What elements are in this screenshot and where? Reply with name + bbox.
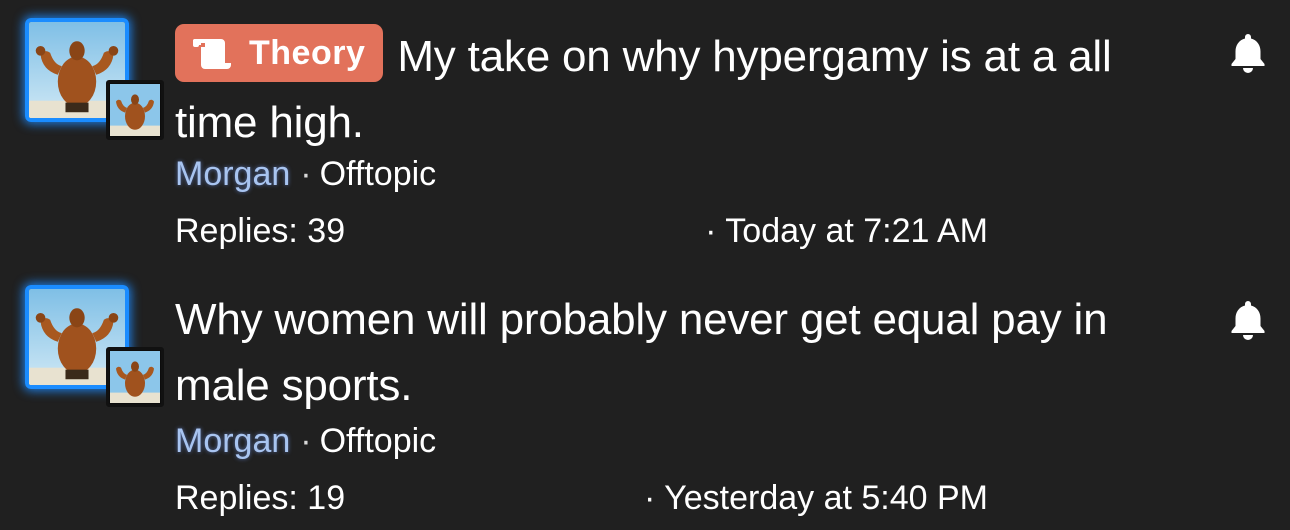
reply-count: Replies: 39 (175, 212, 346, 250)
last-activity-date[interactable]: · Yesterday at 5:40 PM (644, 478, 988, 518)
thread-meta: Morgan · Offtopic (175, 154, 436, 194)
forum-link[interactable]: Offtopic (320, 155, 437, 193)
secondary-avatar-image (110, 351, 160, 403)
thread-item[interactable]: Theory My take on why hypergamy is at a … (0, 0, 1290, 265)
thread-title[interactable]: Why women will probably never get equal … (175, 287, 1195, 419)
scroll-icon (193, 39, 231, 69)
thread-meta: Morgan · Offtopic (175, 421, 436, 461)
prefix-label: Theory (249, 34, 366, 72)
last-activity-date[interactable]: · Today at 7:21 AM (705, 211, 988, 251)
bell-icon[interactable] (1228, 297, 1268, 341)
forum-link[interactable]: Offtopic (320, 422, 437, 460)
thread-item[interactable]: Why women will probably never get equal … (0, 267, 1290, 530)
meta-separator: · (300, 155, 312, 193)
secondary-avatar[interactable] (106, 347, 164, 407)
secondary-avatar[interactable] (106, 80, 164, 140)
author-link[interactable]: Morgan (175, 155, 290, 193)
bell-icon[interactable] (1228, 30, 1268, 74)
thread-title[interactable]: Theory My take on why hypergamy is at a … (175, 24, 1195, 156)
author-link[interactable]: Morgan (175, 422, 290, 460)
thread-title-text[interactable]: Why women will probably never get equal … (175, 295, 1108, 410)
prefix-badge[interactable]: Theory (175, 24, 384, 82)
reply-count: Replies: 19 (175, 479, 346, 517)
thread-list: Theory My take on why hypergamy is at a … (0, 0, 1290, 530)
secondary-avatar-image (110, 84, 160, 136)
meta-separator: · (300, 422, 312, 460)
